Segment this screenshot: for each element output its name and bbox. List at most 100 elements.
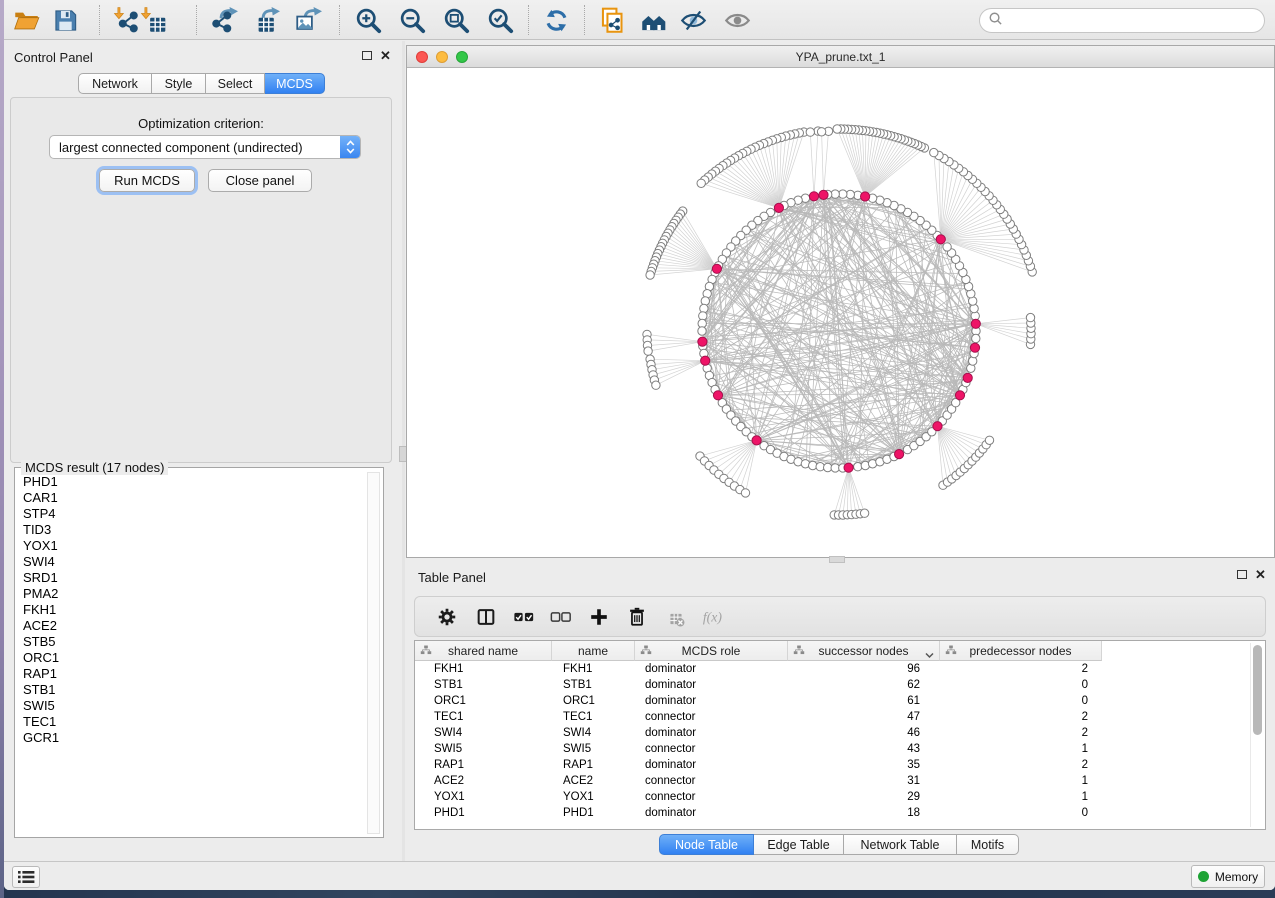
cell-name: SWI4 (552, 725, 635, 741)
vertical-split-divider[interactable] (402, 41, 405, 861)
import-table-icon[interactable] (135, 3, 171, 37)
column-label: name (578, 644, 608, 658)
mcds-result-item[interactable]: TID3 (16, 522, 368, 538)
cell-name: STB1 (552, 677, 635, 693)
mcds-result-item[interactable]: SWI4 (16, 554, 368, 570)
table-row[interactable]: ORC1ORC1dominator610 (415, 693, 1251, 709)
tab-mcds[interactable]: MCDS (265, 73, 325, 94)
mcds-result-item[interactable]: STB1 (16, 682, 368, 698)
close-panel-icon[interactable]: ✕ (380, 51, 391, 61)
zoom-in-icon[interactable] (350, 3, 386, 37)
network-canvas[interactable] (407, 68, 1274, 557)
table-row[interactable]: FKH1FKH1dominator962 (415, 661, 1251, 677)
column-type-icon (793, 645, 805, 660)
tab-motifs[interactable]: Motifs (957, 834, 1019, 855)
new-network-from-selection-icon[interactable] (594, 3, 630, 37)
optimization-criterion-select[interactable]: largest connected component (undirected) (49, 135, 361, 159)
mcds-result-item[interactable]: STB5 (16, 634, 368, 650)
select-all-columns-icon[interactable] (507, 601, 541, 633)
column-header-shared-name[interactable]: shared name (415, 641, 552, 661)
tab-style[interactable]: Style (152, 73, 206, 94)
mcds-result-item[interactable]: FKH1 (16, 602, 368, 618)
table-toolbar: f(x) (414, 596, 1266, 637)
table-row[interactable]: PHD1PHD1dominator180 (415, 805, 1251, 821)
table-row[interactable]: TEC1TEC1connector472 (415, 709, 1251, 725)
table-row[interactable]: SWI5SWI5connector431 (415, 741, 1251, 757)
cell-successor-nodes: 35 (788, 757, 940, 773)
search-input[interactable] (1007, 14, 1247, 28)
save-session-icon[interactable] (47, 3, 83, 37)
refresh-layout-icon[interactable] (538, 3, 574, 37)
close-panel-button[interactable]: Close panel (208, 169, 312, 192)
column-label: successor nodes (818, 644, 908, 658)
cell-shared-name: RAP1 (415, 757, 552, 773)
mcds-result-item[interactable]: GCR1 (16, 730, 368, 746)
table-row[interactable]: YOX1YOX1connector291 (415, 789, 1251, 805)
table-settings-icon[interactable] (430, 601, 464, 633)
table-row[interactable]: ACE2ACE2connector311 (415, 773, 1251, 789)
task-history-button[interactable] (12, 866, 40, 888)
function-builder-icon: f(x) (695, 601, 729, 633)
tab-node-table[interactable]: Node Table (659, 834, 754, 855)
tab-select[interactable]: Select (206, 73, 265, 94)
toggle-columns-icon[interactable] (469, 601, 503, 633)
mcds-list-scrollbar[interactable] (367, 472, 380, 834)
run-mcds-button[interactable]: Run MCDS (99, 169, 195, 192)
close-table-panel-icon[interactable]: ✕ (1255, 570, 1266, 580)
mcds-result-item[interactable]: CAR1 (16, 490, 368, 506)
export-table-icon[interactable] (248, 3, 284, 37)
table-row[interactable]: STB1STB1dominator620 (415, 677, 1251, 693)
table-row[interactable]: RAP1RAP1dominator352 (415, 757, 1251, 773)
create-column-icon[interactable] (582, 601, 616, 633)
export-image-icon[interactable] (290, 3, 326, 37)
column-header-successor-nodes[interactable]: successor nodes (788, 641, 940, 661)
toolbar-separator (99, 5, 100, 35)
zoom-fit-icon[interactable] (438, 3, 474, 37)
mcds-result-item[interactable]: ACE2 (16, 618, 368, 634)
zoom-selected-icon[interactable] (482, 3, 518, 37)
hide-selected-icon[interactable] (675, 3, 711, 37)
mcds-result-list[interactable]: PHD1CAR1STP4TID3YOX1SWI4SRD1PMA2FKH1ACE2… (16, 474, 368, 834)
mcds-result-item[interactable]: PHD1 (16, 474, 368, 490)
search-field[interactable] (979, 8, 1265, 33)
memory-button[interactable]: Memory (1191, 865, 1265, 888)
unselect-all-columns-icon[interactable] (544, 601, 578, 633)
tab-network-table[interactable]: Network Table (844, 834, 957, 855)
show-all-icon[interactable] (719, 3, 755, 37)
mcds-result-item[interactable]: ORC1 (16, 650, 368, 666)
float-table-panel-icon[interactable] (1237, 570, 1247, 579)
mcds-result-item[interactable]: PMA2 (16, 586, 368, 602)
network-window-titlebar[interactable]: YPA_prune.txt_1 (407, 46, 1274, 68)
cell-predecessor-nodes: 0 (940, 677, 1102, 693)
cell-shared-name: TEC1 (415, 709, 552, 725)
export-network-icon[interactable] (206, 3, 242, 37)
mcds-result-item[interactable]: YOX1 (16, 538, 368, 554)
table-row[interactable]: SWI4SWI4dominator462 (415, 725, 1251, 741)
column-header-predecessor-nodes[interactable]: predecessor nodes (940, 641, 1102, 661)
mcds-result-item[interactable]: STP4 (16, 506, 368, 522)
cell-shared-name: SWI5 (415, 741, 552, 757)
table-scrollbar-thumb[interactable] (1253, 645, 1262, 735)
column-header-name[interactable]: name (552, 641, 635, 661)
cell-shared-name: STB1 (415, 677, 552, 693)
mcds-result-item[interactable]: RAP1 (16, 666, 368, 682)
float-panel-icon[interactable] (362, 51, 372, 60)
table-scrollbar[interactable] (1250, 643, 1262, 827)
first-neighbors-icon[interactable] (635, 3, 671, 37)
zoom-out-icon[interactable] (394, 3, 430, 37)
search-icon (988, 11, 1003, 31)
toolbar-separator (339, 5, 340, 35)
cell-name: PHD1 (552, 805, 635, 821)
column-header-MCDS-role[interactable]: MCDS role (635, 641, 788, 661)
toolbar-separator (584, 5, 585, 35)
delete-columns-icon[interactable] (620, 601, 654, 633)
mcds-result-item[interactable]: TEC1 (16, 714, 368, 730)
mcds-result-item[interactable]: SWI5 (16, 698, 368, 714)
cell-name: YOX1 (552, 789, 635, 805)
mcds-result-item[interactable]: SRD1 (16, 570, 368, 586)
cell-successor-nodes: 46 (788, 725, 940, 741)
open-file-icon[interactable] (8, 3, 44, 37)
tab-network[interactable]: Network (78, 73, 152, 94)
node-table: shared name name MCDS role successor nodes p… (414, 640, 1266, 830)
tab-edge-table[interactable]: Edge Table (754, 834, 844, 855)
